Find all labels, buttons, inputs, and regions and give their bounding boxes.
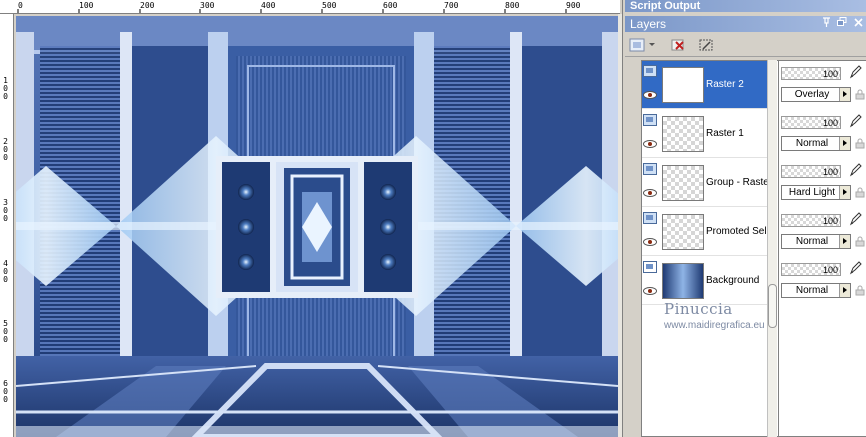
- watermark: Pinuccia www.maidiregrafica.eu: [664, 300, 794, 331]
- ruler-label: 2 0 0: [3, 137, 8, 162]
- opacity-slider[interactable]: 100: [781, 263, 841, 276]
- lock-icon[interactable]: [855, 285, 865, 296]
- layer-name: Raster 1: [706, 128, 744, 139]
- pen-icon[interactable]: [848, 211, 864, 227]
- pin-icon[interactable]: [821, 17, 831, 27]
- lock-icon[interactable]: [855, 138, 865, 149]
- eye-icon[interactable]: [643, 238, 657, 246]
- script-output-title: Script Output: [630, 0, 701, 12]
- restore-icon[interactable]: [837, 17, 847, 27]
- opacity-value: 100: [822, 167, 838, 177]
- chevron-right-icon: [839, 235, 850, 248]
- artwork-image: [16, 16, 618, 437]
- layer-props-raster-1: 100 Normal: [779, 110, 866, 158]
- layer-row-raster-1[interactable]: Raster 1: [642, 110, 768, 158]
- ruler-label: 5 0 0: [3, 319, 8, 344]
- layers-toolbar: [625, 33, 866, 57]
- opacity-value: 100: [822, 265, 838, 275]
- ruler-label: 1 0 0: [3, 76, 8, 101]
- layer-row-group-raster[interactable]: Group - Raster: [642, 159, 768, 207]
- chevron-right-icon: [839, 186, 850, 199]
- pen-icon[interactable]: [848, 260, 864, 276]
- lock-icon[interactable]: [855, 236, 865, 247]
- blend-mode-dropdown[interactable]: Normal: [781, 234, 851, 249]
- pen-icon[interactable]: [848, 162, 864, 178]
- opacity-slider[interactable]: 100: [781, 67, 841, 80]
- layer-props-raster-2: 100 Overlay: [779, 61, 866, 109]
- chevron-right-icon: [839, 284, 850, 297]
- delete-layer-icon[interactable]: [669, 36, 687, 54]
- group-layer-icon: [643, 163, 657, 175]
- chevron-right-icon: [839, 88, 850, 101]
- raster-layer-icon: [643, 212, 657, 224]
- eye-icon[interactable]: [643, 189, 657, 197]
- layers-list: Raster 2 Raster 1 Group - Raster Promote…: [625, 58, 866, 437]
- opacity-value: 100: [822, 69, 838, 79]
- layer-name: Raster 2: [706, 79, 744, 90]
- layer-thumbnail: [662, 165, 704, 201]
- layer-props-background: 100 Normal: [779, 257, 866, 305]
- blend-mode-value: Normal: [795, 285, 829, 296]
- blend-mode-value: Hard Light: [788, 187, 836, 198]
- close-icon[interactable]: [853, 17, 863, 27]
- layer-properties-column: 100 Overlay 100 Normal 100 Hard Light 10…: [778, 60, 866, 437]
- ruler-ticks: [17, 9, 567, 13]
- layer-thumbnail: [662, 116, 704, 152]
- eye-icon[interactable]: [643, 91, 657, 99]
- background-layer-icon: [643, 261, 657, 273]
- opacity-slider[interactable]: 100: [781, 214, 841, 227]
- horizontal-ruler: 0 100 200 300 400 500 600 700 800 900: [0, 0, 620, 14]
- lock-icon[interactable]: [855, 187, 865, 198]
- layer-row-raster-2[interactable]: Raster 2: [642, 61, 768, 109]
- blend-mode-dropdown[interactable]: Hard Light: [781, 185, 851, 200]
- ruler-label: 6 0 0: [3, 379, 8, 404]
- layer-props-promoted-selection: 100 Normal: [779, 208, 866, 256]
- script-output-titlebar[interactable]: Script Output: [625, 0, 866, 12]
- blend-mode-value: Overlay: [794, 89, 830, 100]
- layers-scrollbar[interactable]: [767, 60, 777, 437]
- opacity-value: 100: [822, 216, 838, 226]
- canvas-area: 0 100 200 300 400 500 600 700 800 900 1 …: [0, 0, 622, 437]
- ruler-label: 4 0 0: [3, 259, 8, 284]
- watermark-url: www.maidiregrafica.eu: [664, 320, 765, 331]
- opacity-slider[interactable]: 100: [781, 116, 841, 129]
- mask-icon[interactable]: [697, 36, 715, 54]
- layer-thumbnail: [662, 214, 704, 250]
- blend-mode-value: Normal: [795, 138, 829, 149]
- new-layer-icon[interactable]: [629, 36, 657, 54]
- side-panels: Script Output Layers Raster 2 Raster 1 G…: [622, 0, 866, 437]
- psp-workspace: 0 100 200 300 400 500 600 700 800 900 1 …: [0, 0, 866, 437]
- blend-mode-dropdown[interactable]: Normal: [781, 283, 851, 298]
- lock-icon[interactable]: [855, 89, 865, 100]
- layer-name: Group - Raster: [706, 177, 768, 188]
- layer-row-promoted-selection[interactable]: Promoted Sele: [642, 208, 768, 256]
- raster-layer-icon: [643, 65, 657, 77]
- blend-mode-value: Normal: [795, 236, 829, 247]
- opacity-value: 100: [822, 118, 838, 128]
- layer-name: Promoted Sele: [706, 226, 768, 237]
- layer-thumbnail: [662, 67, 704, 103]
- layers-titlebar[interactable]: Layers: [625, 16, 866, 32]
- layers-title: Layers: [630, 17, 667, 31]
- pen-icon[interactable]: [848, 64, 864, 80]
- watermark-name: Pinuccia: [664, 300, 733, 318]
- layer-row-background[interactable]: Background: [642, 257, 768, 305]
- layer-props-group-raster: 100 Hard Light: [779, 159, 866, 207]
- opacity-slider[interactable]: 100: [781, 165, 841, 178]
- blend-mode-dropdown[interactable]: Normal: [781, 136, 851, 151]
- eye-icon[interactable]: [643, 140, 657, 148]
- layer-thumbnail: [662, 263, 704, 299]
- ruler-label: 3 0 0: [3, 198, 8, 223]
- raster-layer-icon: [643, 114, 657, 126]
- vertical-ruler: 1 0 0 2 0 0 3 0 0 4 0 0 5 0 0 6 0 0: [0, 14, 14, 437]
- pen-icon[interactable]: [848, 113, 864, 129]
- image-canvas[interactable]: [16, 16, 618, 437]
- blend-mode-dropdown[interactable]: Overlay: [781, 87, 851, 102]
- layer-name: Background: [706, 275, 760, 286]
- chevron-right-icon: [839, 137, 850, 150]
- eye-icon[interactable]: [643, 287, 657, 295]
